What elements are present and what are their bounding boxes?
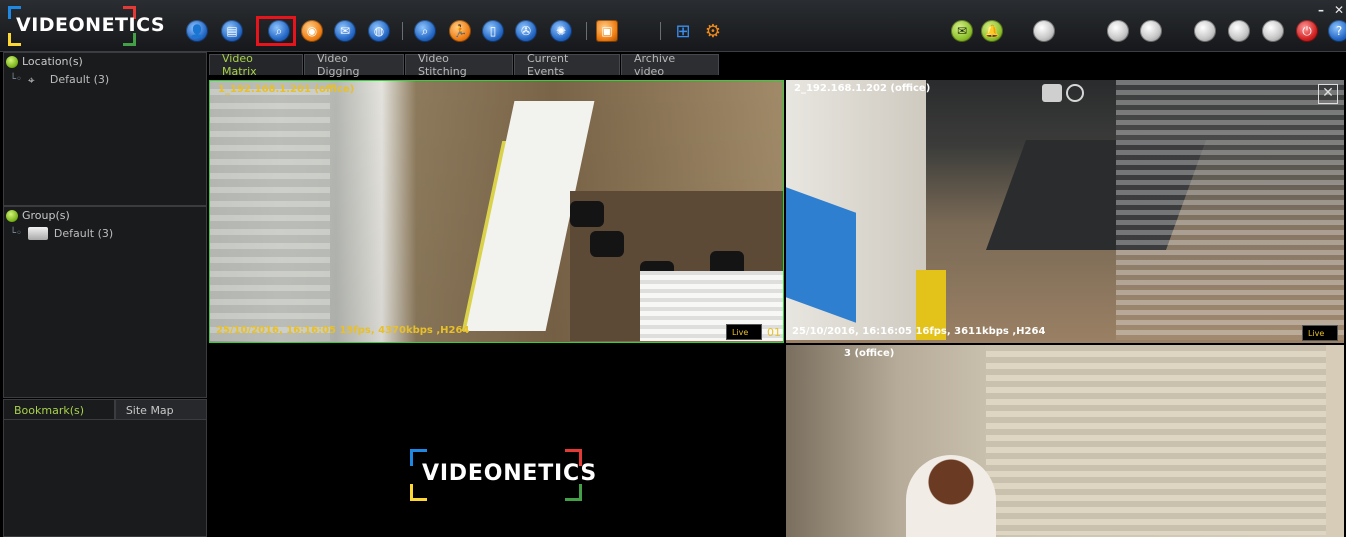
group-item-label: Default (3) bbox=[53, 227, 114, 240]
video-tile-empty[interactable] bbox=[209, 345, 784, 537]
globe-icon[interactable]: ◍ bbox=[368, 20, 390, 42]
film-reel-icon[interactable]: ✇ bbox=[515, 20, 537, 42]
power-icon[interactable]: ⏻ bbox=[1296, 20, 1318, 42]
close-tile-icon[interactable]: ✕ bbox=[1318, 84, 1338, 104]
tab-archive-video[interactable]: Archive video bbox=[621, 52, 719, 78]
bell-icon[interactable]: 🔔 bbox=[981, 20, 1003, 42]
location-item-default[interactable]: └◦ ⌖ Default (3) bbox=[10, 73, 109, 86]
live-badge-2: Live bbox=[1302, 325, 1338, 341]
app-logo: VIDEONETICS bbox=[8, 6, 165, 46]
status-light-icon-3[interactable] bbox=[1140, 20, 1162, 42]
camera-title-1: 1_192.168.1.201 (office) bbox=[218, 84, 355, 95]
bottom-tabs: Bookmark(s) Site Map bbox=[3, 399, 207, 421]
location-pane: Location(s) └◦ ⌖ Default (3) bbox=[3, 52, 207, 206]
status-light-icon-5[interactable] bbox=[1228, 20, 1250, 42]
tab-bookmarks[interactable]: Bookmark(s) bbox=[3, 399, 115, 421]
running-person-icon[interactable]: 🏃 bbox=[449, 20, 471, 42]
settings-gear-icon[interactable]: ⚙ bbox=[702, 20, 724, 42]
grid-layout-icon[interactable]: ⊞ bbox=[672, 20, 694, 42]
camera-feed-3 bbox=[786, 345, 1344, 537]
toolbar-separator bbox=[586, 22, 587, 40]
tab-video-matrix[interactable]: Video Matrix bbox=[209, 52, 303, 78]
view-tabs: Video Matrix Video Digging Video Stitchi… bbox=[209, 52, 720, 78]
tile-number-1: 01 bbox=[767, 326, 781, 339]
left-panel: Location(s) └◦ ⌖ Default (3) Group(s) └◦… bbox=[0, 52, 207, 537]
location-status-icon bbox=[6, 55, 18, 68]
snapshot-overlay-icon[interactable] bbox=[1042, 84, 1062, 102]
help-icon[interactable]: ? bbox=[1328, 20, 1346, 42]
location-header[interactable]: Location(s) bbox=[6, 55, 83, 68]
location-header-label: Location(s) bbox=[22, 55, 83, 68]
group-item-default[interactable]: └◦ Default (3) bbox=[10, 227, 113, 240]
camera-title-3: 3 (office) bbox=[844, 348, 895, 359]
tab-current-events[interactable]: Current Events bbox=[514, 52, 620, 78]
status-light-icon-6[interactable] bbox=[1262, 20, 1284, 42]
center-logo-text: VIDEONETICS bbox=[422, 461, 598, 486]
tree-branch-icon: └◦ bbox=[10, 228, 22, 239]
tree-branch-icon: └◦ bbox=[10, 74, 22, 85]
message-icon[interactable]: ✉ bbox=[951, 20, 973, 42]
group-pane: Group(s) └◦ Default (3) bbox=[3, 206, 207, 398]
camera-feed-1 bbox=[210, 81, 783, 342]
live-badge-1: Live bbox=[726, 324, 762, 340]
toolbar-separator bbox=[402, 22, 403, 40]
status-light-icon-4[interactable] bbox=[1194, 20, 1216, 42]
video-tile-3[interactable]: 3 (office) bbox=[786, 345, 1344, 537]
top-toolbar: VIDEONETICS 👤 ▤ ⌕ ◉ ✉ ◍ ⌕ 🏃 ▯ ✇ ✺ ▣ ⊞ ⚙ ✉ 🔔 ⏻? – ✕ bbox=[0, 0, 1346, 52]
group-header-label: Group(s) bbox=[22, 209, 70, 222]
user-icon[interactable]: 👤 bbox=[186, 20, 208, 42]
snapshot-icon[interactable]: ◉ bbox=[301, 20, 323, 42]
toolbar-separator bbox=[660, 22, 661, 40]
refresh-overlay-icon[interactable] bbox=[1066, 84, 1084, 102]
status-light-icon-2[interactable] bbox=[1107, 20, 1129, 42]
mobile-icon[interactable]: ▯ bbox=[482, 20, 504, 42]
minimize-button[interactable]: – bbox=[1318, 3, 1324, 17]
tab-site-map[interactable]: Site Map bbox=[114, 399, 207, 421]
group-status-icon bbox=[6, 209, 18, 222]
magnifier-icon[interactable]: ⌕ bbox=[414, 20, 436, 42]
tab-video-stitching[interactable]: Video Stitching bbox=[405, 52, 513, 78]
bookmark-pane bbox=[3, 419, 207, 537]
network-icon[interactable]: ✺ bbox=[550, 20, 572, 42]
app-logo-text: VIDEONETICS bbox=[16, 14, 166, 36]
camera-status-1: 25/10/2016, 16:16:05 15fps, 4370kbps ,H2… bbox=[216, 325, 470, 336]
monitor-icon[interactable]: ▣ bbox=[596, 20, 618, 42]
camera-title-2: 2_192.168.1.202 (office) bbox=[794, 83, 931, 94]
video-tile-1[interactable]: 1_192.168.1.201 (office) 25/10/2016, 16:… bbox=[209, 80, 784, 343]
camera-icon bbox=[27, 227, 48, 240]
tab-video-digging[interactable]: Video Digging bbox=[304, 52, 404, 78]
video-tile-2[interactable]: 2_192.168.1.202 (office) 25/10/2016, 16:… bbox=[786, 80, 1344, 343]
recorder-icon[interactable]: ▤ bbox=[221, 20, 243, 42]
center-logo: VIDEONETICS bbox=[410, 449, 596, 501]
camera-feed-2 bbox=[786, 80, 1344, 343]
location-item-label: Default (3) bbox=[49, 73, 110, 86]
location-pin-icon: ⌖ bbox=[27, 72, 35, 87]
status-light-icon-1[interactable] bbox=[1033, 20, 1055, 42]
mail-icon[interactable]: ✉ bbox=[334, 20, 356, 42]
camera-status-2: 25/10/2016, 16:16:05 16fps, 3611kbps ,H2… bbox=[792, 326, 1046, 337]
group-header[interactable]: Group(s) bbox=[6, 209, 70, 222]
close-button[interactable]: ✕ bbox=[1334, 3, 1344, 17]
highlight-box bbox=[256, 16, 296, 46]
